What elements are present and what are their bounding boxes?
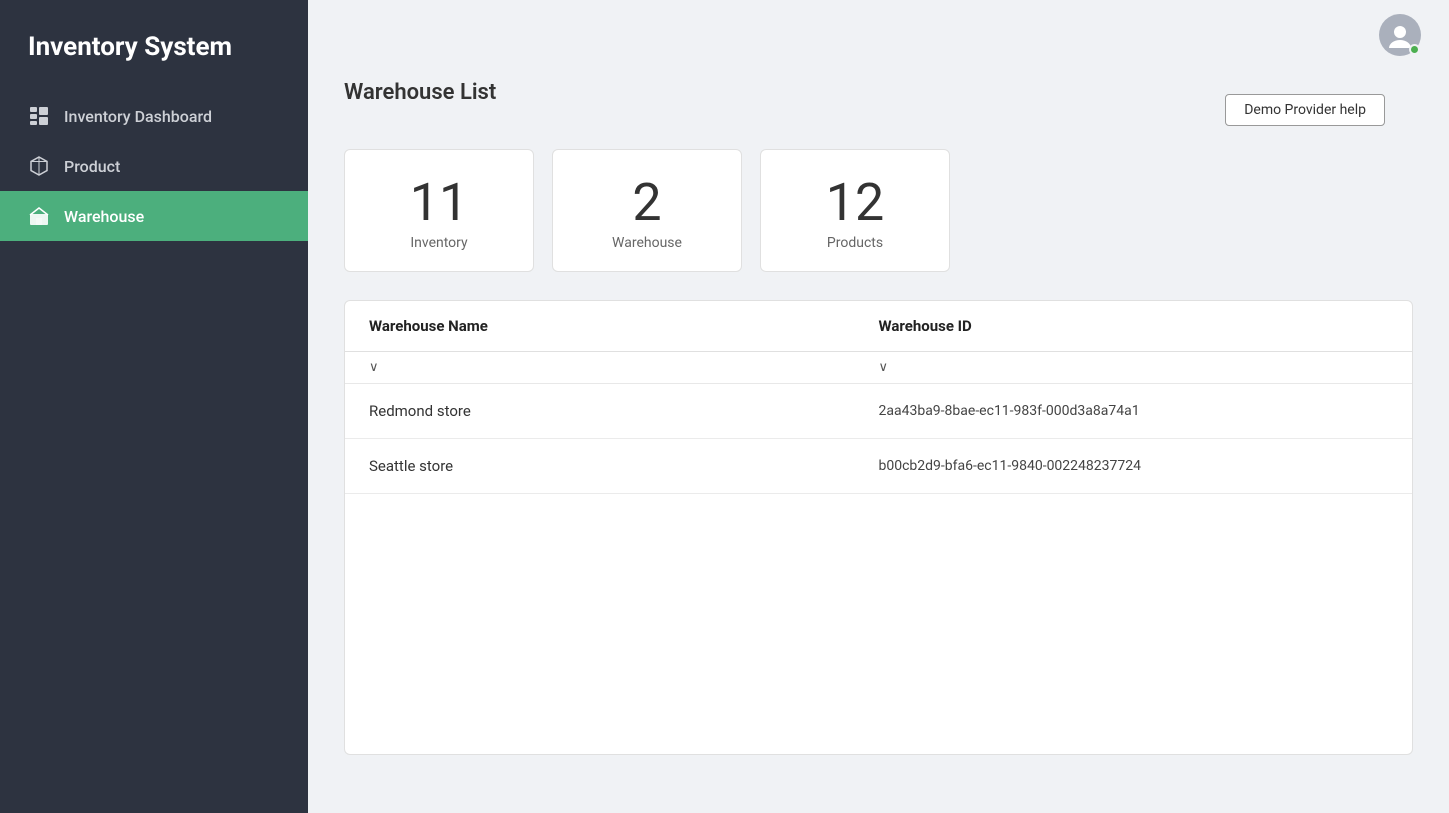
- stat-label-warehouse: Warehouse: [612, 235, 682, 251]
- stat-number-products: 12: [826, 174, 884, 231]
- stat-label-products: Products: [827, 235, 883, 251]
- sidebar-item-label: Warehouse: [64, 207, 144, 226]
- warehouse-id-cell: 2aa43ba9-8bae-ec11-983f-000d3a8a74a1: [879, 403, 1389, 419]
- sidebar-item-label: Inventory Dashboard: [64, 107, 212, 126]
- warehouse-id-cell: b00cb2d9-bfa6-ec11-9840-002248237724: [879, 458, 1389, 474]
- sidebar-nav: Inventory Dashboard Product Warehouse: [0, 91, 308, 241]
- col-header-name: Warehouse Name: [369, 317, 879, 335]
- page-title: Warehouse List: [344, 80, 496, 105]
- table-sort-row: ∨ ∨: [345, 352, 1412, 384]
- table-row[interactable]: Seattle store b00cb2d9-bfa6-ec11-9840-00…: [345, 439, 1412, 494]
- sidebar: Inventory System Inventory Dashboard: [0, 0, 308, 813]
- stat-card-warehouse: 2 Warehouse: [552, 149, 742, 272]
- help-button[interactable]: Demo Provider help: [1225, 94, 1385, 126]
- stat-card-inventory: 11 Inventory: [344, 149, 534, 272]
- app-title: Inventory System: [0, 0, 308, 91]
- sidebar-item-label: Product: [64, 157, 120, 176]
- stat-number-warehouse: 2: [632, 174, 661, 231]
- stats-row: 11 Inventory 2 Warehouse 12 Products: [344, 149, 1413, 272]
- sort-chevron-id[interactable]: ∨: [879, 360, 1389, 375]
- stat-label-inventory: Inventory: [410, 235, 467, 251]
- table-row[interactable]: Redmond store 2aa43ba9-8bae-ec11-983f-00…: [345, 384, 1412, 439]
- avatar-online-dot: [1409, 44, 1420, 55]
- product-icon: [28, 155, 50, 177]
- warehouse-name-cell: Redmond store: [369, 402, 879, 420]
- user-avatar[interactable]: [1379, 14, 1421, 56]
- stat-card-products: 12 Products: [760, 149, 950, 272]
- warehouse-name-cell: Seattle store: [369, 457, 879, 475]
- warehouse-icon: [28, 205, 50, 227]
- topbar: [308, 0, 1449, 70]
- table-empty-space: [345, 494, 1412, 754]
- sidebar-item-inventory-dashboard[interactable]: Inventory Dashboard: [0, 91, 308, 141]
- warehouse-table: Warehouse Name Warehouse ID ∨ ∨ Redmond …: [344, 300, 1413, 755]
- stat-number-inventory: 11: [410, 174, 468, 231]
- col-header-id: Warehouse ID: [879, 317, 1389, 335]
- page-content: Warehouse List Demo Provider help 11 Inv…: [308, 70, 1449, 813]
- sidebar-item-warehouse[interactable]: Warehouse: [0, 191, 308, 241]
- sidebar-item-product[interactable]: Product: [0, 141, 308, 191]
- table-header: Warehouse Name Warehouse ID: [345, 301, 1412, 352]
- dashboard-icon: [28, 105, 50, 127]
- main-content: Warehouse List Demo Provider help 11 Inv…: [308, 0, 1449, 813]
- sort-chevron-name[interactable]: ∨: [369, 360, 879, 375]
